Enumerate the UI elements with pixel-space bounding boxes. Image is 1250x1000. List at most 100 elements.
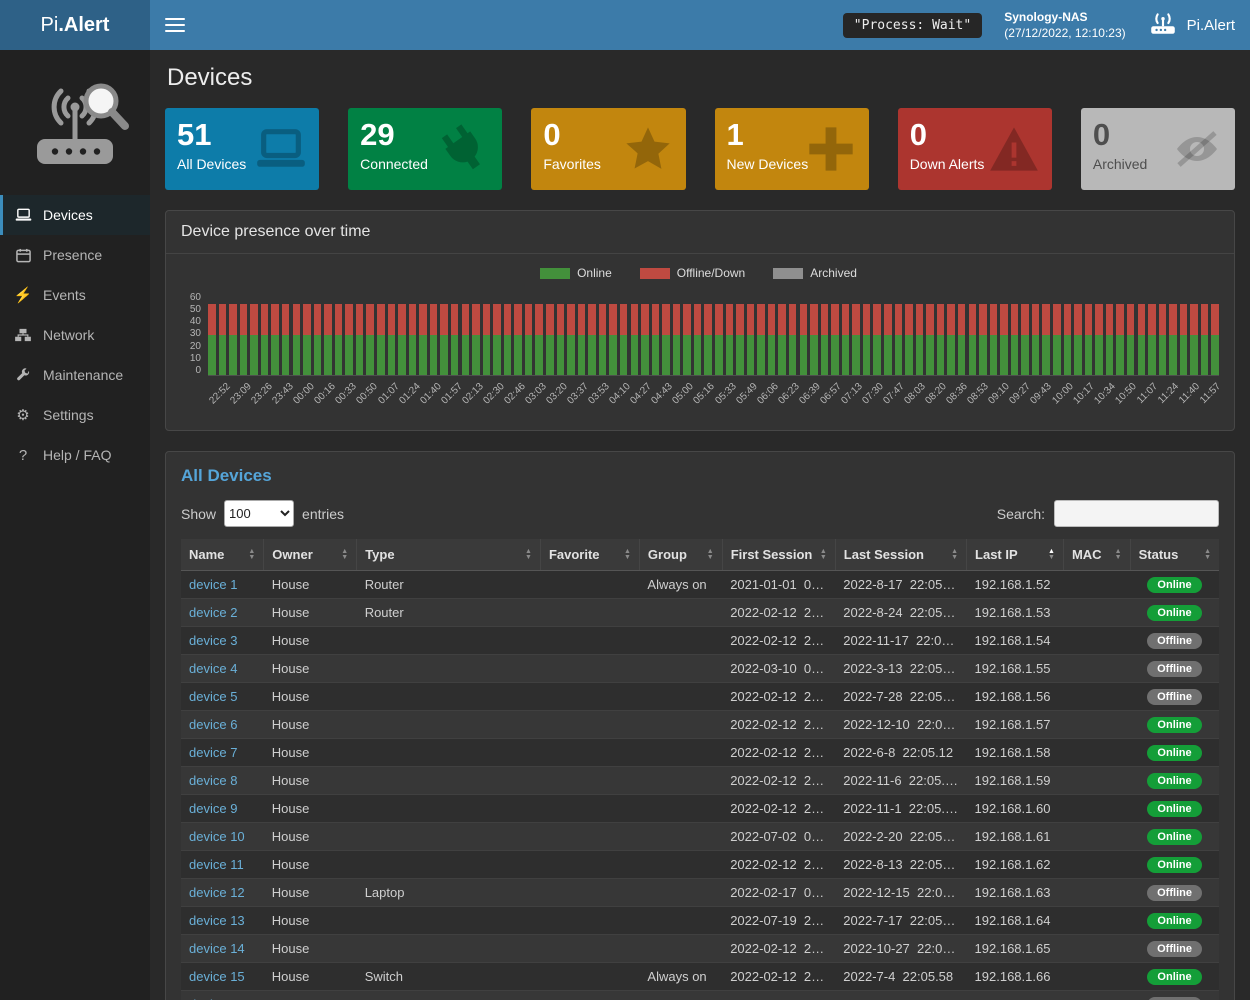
device-link[interactable]: device 4 — [189, 661, 237, 676]
sidebar-item-network[interactable]: Network — [0, 315, 150, 355]
table-controls: Show 100 entries Search: — [166, 490, 1234, 539]
column-header[interactable]: MAC ▲▼ — [1063, 539, 1130, 571]
device-link[interactable]: device 3 — [189, 633, 237, 648]
type-cell — [357, 711, 541, 739]
status-badge: Online — [1147, 857, 1201, 873]
brand-logo[interactable]: Pi.Alert — [0, 0, 150, 50]
owner-cell: House — [264, 655, 357, 683]
device-link[interactable]: device 1 — [189, 577, 237, 592]
column-header[interactable]: Group ▲▼ — [639, 539, 722, 571]
first-session-cell: 2021-01-01 00:00 — [722, 571, 835, 599]
sidebar-item-help[interactable]: ? Help / FAQ — [0, 435, 150, 475]
column-header[interactable]: Favorite ▲▼ — [540, 539, 639, 571]
search-input[interactable] — [1054, 500, 1219, 527]
sidebar-item-presence[interactable]: Presence — [0, 235, 150, 275]
type-cell — [357, 907, 541, 935]
device-link[interactable]: device 10 — [189, 829, 245, 844]
device-link[interactable]: device 11 — [189, 857, 244, 872]
column-header[interactable]: Last IP ▲▼ — [967, 539, 1064, 571]
chart-bar — [652, 292, 660, 375]
device-link[interactable]: device 12 — [189, 885, 245, 900]
x-tick: 10:50 — [1114, 380, 1135, 424]
devices-table-body: device 1 House Router Always on 2021-01-… — [181, 571, 1219, 1000]
column-label: MAC — [1072, 547, 1102, 562]
device-link[interactable]: device 14 — [189, 941, 245, 956]
device-link[interactable]: device 9 — [189, 801, 237, 816]
group-cell — [639, 655, 722, 683]
chart-bar — [535, 292, 543, 375]
chart-bar — [905, 292, 913, 375]
mac-cell — [1063, 767, 1130, 795]
first-session-cell: 2022-02-17 08:05 — [722, 879, 835, 907]
x-tick: 04:43 — [650, 380, 671, 424]
chart-bar — [736, 292, 744, 375]
chart-bar — [863, 292, 871, 375]
search-control: Search: — [997, 500, 1219, 527]
sidebar-item-maintenance[interactable]: Maintenance — [0, 355, 150, 395]
status-badge: Online — [1147, 717, 1201, 733]
mac-cell — [1063, 991, 1130, 1000]
type-cell — [357, 683, 541, 711]
x-tick: 22:52 — [208, 380, 229, 424]
hamburger-menu-icon[interactable] — [165, 18, 185, 32]
x-tick: 11:40 — [1177, 380, 1198, 424]
first-session-cell: 2022-02-12 22:05 — [722, 963, 835, 991]
stat-card-new-devices[interactable]: 1 New Devices — [715, 108, 869, 190]
table-row: device 13 House 2022-07-19 23:45 2022-7-… — [181, 907, 1219, 935]
app-brand-right[interactable]: Pi.Alert — [1148, 11, 1235, 39]
page-length-select[interactable]: 100 — [224, 500, 294, 527]
stat-card-down-alerts[interactable]: 0 Down Alerts — [898, 108, 1052, 190]
x-tick: 09:10 — [987, 380, 1008, 424]
device-link[interactable]: device 6 — [189, 717, 237, 732]
owner-cell: House — [264, 935, 357, 963]
device-link[interactable]: device 7 — [189, 745, 237, 760]
column-label: Group — [648, 547, 687, 562]
mac-cell — [1063, 907, 1130, 935]
status-badge: Online — [1147, 969, 1201, 985]
y-tick-label: 50 — [190, 304, 201, 315]
column-label: Owner — [272, 547, 312, 562]
stat-card-favorites[interactable]: 0 Favorites — [531, 108, 685, 190]
star-icon — [622, 123, 674, 175]
x-tick: 08:20 — [924, 380, 945, 424]
device-link[interactable]: device 2 — [189, 605, 237, 620]
table-row: device 9 House 2022-02-12 22:05 2022-11-… — [181, 795, 1219, 823]
column-header[interactable]: First Session ▲▼ — [722, 539, 835, 571]
stat-card-all-devices[interactable]: 51 All Devices — [165, 108, 319, 190]
device-link[interactable]: device 8 — [189, 773, 237, 788]
sidebar-item-settings[interactable]: ⚙ Settings — [0, 395, 150, 435]
chart-bar — [821, 292, 829, 375]
stat-card-connected[interactable]: 29 Connected — [348, 108, 502, 190]
sidebar-item-events[interactable]: ⚡ Events — [0, 275, 150, 315]
table-row: device 5 House 2022-02-12 22:05 2022-7-2… — [181, 683, 1219, 711]
column-label: First Session — [731, 547, 813, 562]
last-ip-cell: 192.168.1.59 — [967, 767, 1064, 795]
chart-bar — [916, 292, 924, 375]
mac-cell — [1063, 739, 1130, 767]
owner-cell: House — [264, 963, 357, 991]
first-session-cell: 2022-02-12 22:05 — [722, 991, 835, 1000]
x-tick: 02:13 — [461, 380, 482, 424]
sidebar-item-devices[interactable]: Devices — [0, 195, 150, 235]
device-link[interactable]: device 15 — [189, 969, 245, 984]
chart-bar — [440, 292, 448, 375]
owner-cell: House — [264, 711, 357, 739]
column-label: Favorite — [549, 547, 600, 562]
x-tick-label: 11:57 — [1198, 381, 1223, 406]
device-link[interactable]: device 13 — [189, 913, 245, 928]
stat-card-archived[interactable]: 0 Archived — [1081, 108, 1235, 190]
column-header[interactable]: Last Session ▲▼ — [835, 539, 966, 571]
mac-cell — [1063, 879, 1130, 907]
x-tick: 02:46 — [503, 380, 524, 424]
table-row: device 10 House 2022-07-02 08:15 2022-2-… — [181, 823, 1219, 851]
gear-icon: ⚙ — [14, 408, 32, 423]
column-header[interactable]: Name ▲▼ — [181, 539, 264, 571]
column-header[interactable]: Owner ▲▼ — [264, 539, 357, 571]
device-link[interactable]: device 5 — [189, 689, 237, 704]
column-header[interactable]: Type ▲▼ — [357, 539, 541, 571]
first-session-cell: 2022-02-12 22:05 — [722, 739, 835, 767]
favorite-cell — [540, 823, 639, 851]
chart-bar — [303, 292, 311, 375]
first-session-cell: 2022-07-19 23:45 — [722, 907, 835, 935]
column-header[interactable]: Status ▲▼ — [1130, 539, 1219, 571]
